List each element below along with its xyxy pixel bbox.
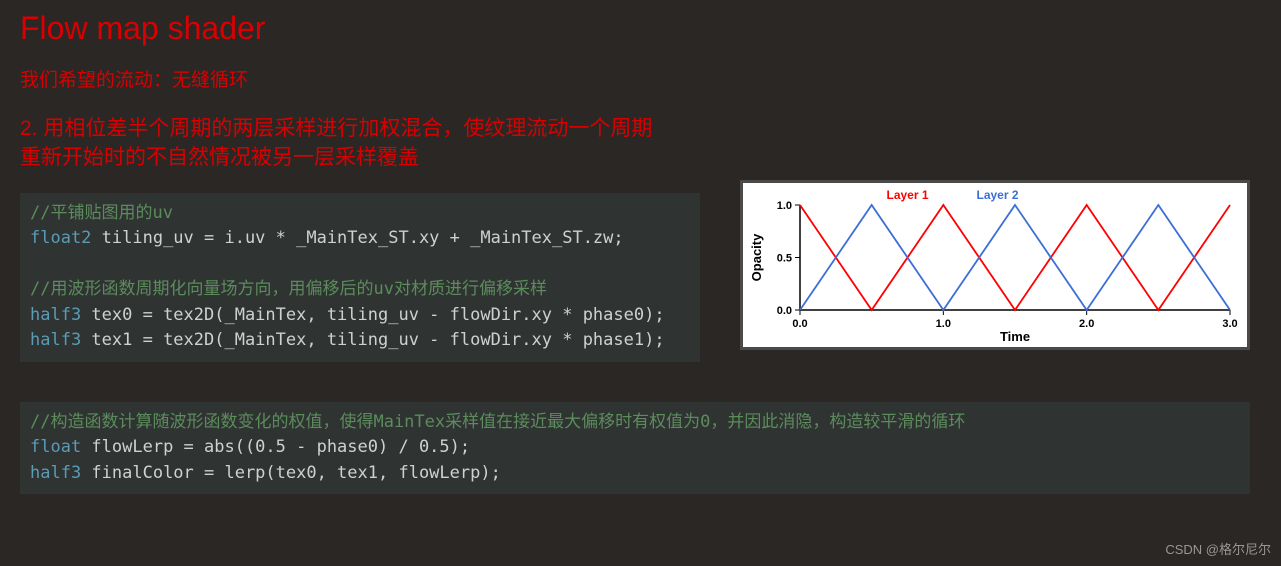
subtitle-1: 我们希望的流动：无缝循环	[20, 65, 1261, 92]
svg-text:0.5: 0.5	[777, 252, 792, 264]
code-keyword: float	[30, 437, 81, 457]
chart-svg: 0.0 1.0 2.0 3.0 0.0 0.5 1.0 Time Opacity Layer 1 L…	[745, 185, 1245, 345]
code-keyword: half3	[30, 305, 81, 325]
code-text: finalColor = lerp(tex0, tex1, flowLerp);	[81, 463, 501, 483]
code-keyword: half3	[30, 330, 81, 350]
svg-text:Layer 2: Layer 2	[976, 188, 1018, 202]
subtitle-2: 2. 用相位差半个周期的两层采样进行加权混合，使纹理流动一个周期重新开始时的不自…	[20, 114, 670, 173]
code-block-2: //构造函数计算随波形函数变化的权值，使得MainTex采样值在接近最大偏移时有…	[20, 402, 1250, 495]
svg-text:3.0: 3.0	[1222, 318, 1237, 330]
code-comment: //用波形函数周期化向量场方向，用偏移后的uv对材质进行偏移采样	[30, 279, 547, 299]
code-text: tex0 = tex2D(_MainTex, tiling_uv - flowD…	[81, 305, 664, 325]
page-title: Flow map shader	[20, 10, 1261, 47]
code-comment: //构造函数计算随波形函数变化的权值，使得MainTex采样值在接近最大偏移时有…	[30, 412, 965, 432]
content-row: //平铺贴图用的uv float2 tiling_uv = i.uv * _Ma…	[20, 185, 1261, 362]
code-text: tex1 = tex2D(_MainTex, tiling_uv - flowD…	[81, 330, 664, 350]
svg-text:Opacity: Opacity	[749, 233, 764, 281]
code-text: flowLerp = abs((0.5 - phase0) / 0.5);	[81, 437, 470, 457]
svg-text:2.0: 2.0	[1079, 318, 1094, 330]
watermark: CSDN @格尔尼尔	[1165, 539, 1271, 558]
opacity-time-chart: 0.0 1.0 2.0 3.0 0.0 0.5 1.0 Time Opacity Layer 1 L…	[740, 180, 1250, 350]
code-block-1: //平铺贴图用的uv float2 tiling_uv = i.uv * _Ma…	[20, 193, 700, 362]
svg-text:0.0: 0.0	[777, 305, 792, 317]
svg-text:Layer 1: Layer 1	[886, 188, 928, 202]
svg-text:1.0: 1.0	[777, 200, 792, 212]
code-comment: //平铺贴图用的uv	[30, 203, 173, 223]
svg-text:1.0: 1.0	[936, 318, 951, 330]
svg-text:Time: Time	[1000, 329, 1030, 344]
svg-text:0.0: 0.0	[792, 318, 807, 330]
code-text: tiling_uv = i.uv * _MainTex_ST.xy + _Mai…	[91, 228, 623, 248]
code-keyword: half3	[30, 463, 81, 483]
code-keyword: float2	[30, 228, 91, 248]
